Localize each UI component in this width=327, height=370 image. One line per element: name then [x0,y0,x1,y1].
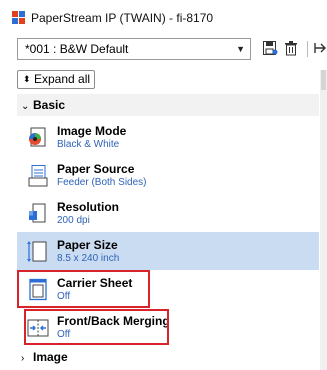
setting-value: 200 dpi [57,215,90,226]
chevron-right-icon: › [21,353,25,364]
setting-value: Black & White [57,139,120,150]
setting-value: Feeder (Both Sides) [57,177,147,188]
setting-item-paper-size[interactable]: Paper Size 8.5 x 240 inch [17,232,319,270]
import-icon[interactable] [313,40,327,56]
chevron-down-icon: ⌄ [21,101,30,112]
window-title: PaperStream IP (TWAIN) - fi-8170 [31,11,214,25]
paper-source-icon [28,165,48,187]
highlight-box-carrier-sheet [17,270,150,308]
setting-value: 8.5 x 240 inch [57,253,120,264]
setting-name: Paper Source [57,162,135,176]
expand-all-label: Expand all [34,72,91,86]
toolbar-separator [307,41,308,57]
setting-item-image-mode[interactable]: Image Mode Black & White [17,118,319,156]
highlight-box-front-back-merging [24,309,169,345]
setting-item-resolution[interactable]: Resolution 200 dpi [17,194,319,232]
paper-size-icon [27,241,47,262]
profile-toolbar: *001 : B&W Default ▼ [0,36,327,66]
resolution-icon [29,203,46,223]
expand-collapse-icon: ⬍ [23,74,31,84]
scrollbar-thumb[interactable] [321,70,326,90]
image-mode-icon [29,127,46,147]
expand-all-button[interactable]: ⬍ Expand all [17,70,95,89]
title-bar: PaperStream IP (TWAIN) - fi-8170 [0,0,327,34]
save-icon[interactable] [262,40,278,56]
profile-value: *001 : B&W Default [25,42,129,56]
group-label: Basic [33,98,66,112]
app-icon [12,11,25,24]
group-header-image[interactable]: › Image [17,346,319,368]
setting-item-paper-source[interactable]: Paper Source Feeder (Both Sides) [17,156,319,194]
setting-name: Image Mode [57,124,127,138]
group-label: Image [33,350,68,364]
chevron-down-icon: ▼ [236,44,245,54]
setting-name: Resolution [57,200,119,214]
trash-icon[interactable] [283,40,299,56]
scrollbar[interactable] [320,70,327,370]
profile-dropdown[interactable]: *001 : B&W Default ▼ [17,38,251,60]
group-header-basic[interactable]: ⌄ Basic [17,94,319,116]
setting-name: Paper Size [57,238,118,252]
